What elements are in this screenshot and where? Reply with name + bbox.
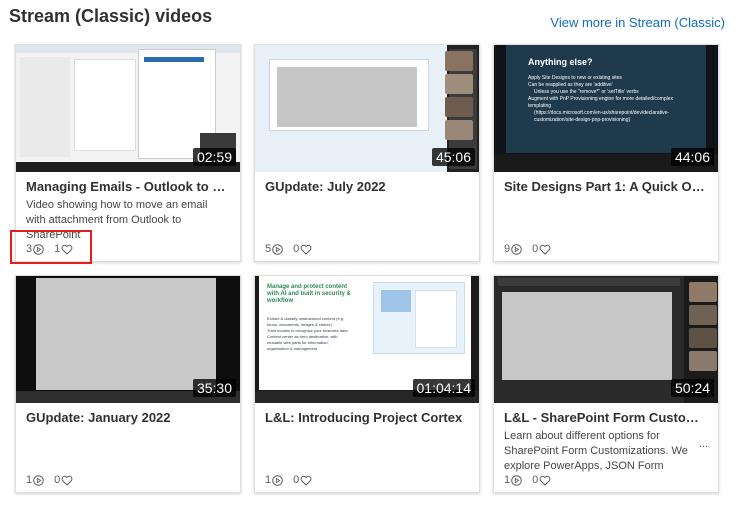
duration-badge: 50:24 [670, 379, 714, 397]
slide-bullet: (https://docs.microsoft.com/en-us/sharep… [534, 110, 670, 123]
video-card-sharepoint-form-customization[interactable]: 50:24 L&L - SharePoint Form Customiza...… [493, 275, 719, 493]
heart-icon[interactable] [300, 475, 312, 486]
slide-bullets: Extract & classify unstructured content … [267, 316, 351, 352]
video-thumbnail[interactable]: 45:06 [255, 45, 479, 172]
views-count: 1 [265, 474, 272, 486]
slide-bullet: Content center as hero destination, with… [267, 334, 338, 351]
heart-icon[interactable] [539, 244, 551, 255]
video-card-gupdate-january-2022[interactable]: 35:30 GUpdate: January 2022 1 0 [15, 275, 241, 493]
video-thumbnail[interactable]: 35:30 [16, 276, 240, 403]
video-card-site-designs[interactable]: Anything else? Apply Site Designs to new… [493, 44, 719, 262]
likes-count: 0 [293, 243, 300, 255]
heart-icon[interactable] [61, 475, 73, 486]
views-count: 9 [504, 243, 511, 255]
video-description [265, 429, 469, 474]
views-count: 1 [26, 474, 33, 486]
views-count: 1 [504, 474, 511, 486]
views-stat: 1 [265, 474, 283, 486]
video-stats: 1 0 [265, 474, 322, 486]
highlight-box [10, 230, 92, 264]
video-thumbnail[interactable]: Anything else? Apply Site Designs to new… [494, 45, 718, 172]
video-title[interactable]: L&L: Introducing Project Cortex [265, 410, 469, 425]
views-count: 5 [265, 243, 272, 255]
views-stat: 1 [26, 474, 44, 486]
play-circle-icon [272, 474, 283, 486]
likes-stat[interactable]: 0 [532, 474, 551, 486]
duration-badge: 44:06 [670, 148, 714, 166]
slide-bullets: Apply Site Designs to new or existing si… [528, 75, 678, 124]
likes-stat[interactable]: 0 [532, 243, 551, 255]
view-more-link[interactable]: View more in Stream (Classic) [550, 15, 725, 30]
video-stats: 1 0 [504, 474, 561, 486]
play-circle-icon [272, 243, 283, 255]
likes-count: 0 [293, 474, 300, 486]
heart-icon[interactable] [300, 244, 312, 255]
likes-count: 0 [532, 474, 539, 486]
video-card-project-cortex[interactable]: Manage and protect content with AI and b… [254, 275, 480, 493]
likes-count: 0 [54, 474, 61, 486]
video-stats: 5 0 [265, 243, 322, 255]
video-card-gupdate-july-2022[interactable]: 45:06 GUpdate: July 2022 5 0 [254, 44, 480, 262]
slide-bullet: Augment with PnP Provisioning engine for… [528, 96, 673, 109]
more-ellipsis: ... [698, 438, 708, 450]
video-thumbnail[interactable]: 02:59 [16, 45, 240, 172]
views-stat: 1 [504, 474, 522, 486]
duration-badge: 35:30 [192, 379, 236, 397]
video-thumbnail[interactable]: Manage and protect content with AI and b… [255, 276, 479, 403]
section-title: Stream (Classic) videos [9, 6, 213, 26]
likes-stat[interactable]: 0 [293, 474, 312, 486]
duration-badge: 01:04:14 [412, 379, 475, 397]
likes-stat[interactable]: 0 [293, 243, 312, 255]
participants-strip [689, 282, 717, 374]
views-stat: 5 [265, 243, 283, 255]
video-stats: 1 0 [26, 474, 83, 486]
slide-bullet: Unless you use the "remove*" or 'setTitl… [534, 89, 639, 95]
video-title[interactable]: L&L - SharePoint Form Customiza... [504, 410, 708, 425]
slide-bullet: Apply Site Designs to new or existing si… [528, 75, 622, 81]
slide-heading: Manage and protect content with AI and b… [267, 284, 351, 304]
video-description [265, 198, 469, 243]
play-circle-icon [511, 243, 522, 255]
video-description [504, 198, 708, 243]
play-circle-icon [511, 474, 522, 486]
video-title[interactable]: GUpdate: July 2022 [265, 179, 469, 194]
duration-badge: 45:06 [431, 148, 475, 166]
likes-stat[interactable]: 0 [54, 474, 73, 486]
likes-count: 0 [532, 243, 539, 255]
slide-bullet: Can be reapplied as they are 'additive' [528, 82, 613, 88]
video-title[interactable]: Managing Emails - Outlook to Sh... [26, 179, 230, 194]
slide-bullet: Extract & classify unstructured content … [267, 316, 345, 327]
duration-badge: 02:59 [192, 148, 236, 166]
slide-heading: Anything else? [528, 57, 593, 67]
video-description [26, 429, 230, 474]
video-stats: 9 0 [504, 243, 561, 255]
heart-icon[interactable] [539, 475, 551, 486]
video-title[interactable]: GUpdate: January 2022 [26, 410, 230, 425]
views-stat: 9 [504, 243, 522, 255]
play-circle-icon [33, 474, 44, 486]
video-title[interactable]: Site Designs Part 1: A Quick Over... [504, 179, 708, 194]
participants-strip [445, 51, 475, 143]
video-description: Learn about different options for ShareP… [504, 430, 688, 472]
video-thumbnail[interactable]: 50:24 [494, 276, 718, 403]
